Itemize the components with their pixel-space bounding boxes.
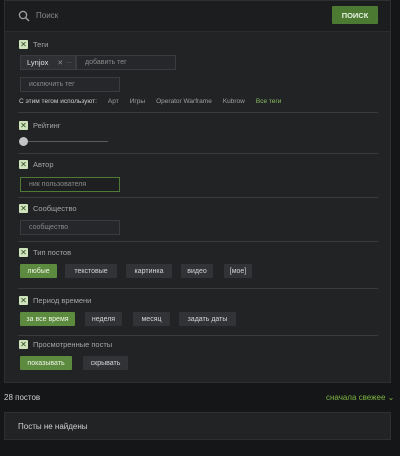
- period-checkbox[interactable]: ✕: [19, 296, 28, 305]
- tag-chip[interactable]: Lynjox ✕ ···: [20, 55, 76, 70]
- divider: [18, 288, 378, 289]
- all-tags-link[interactable]: Все теги: [256, 98, 282, 105]
- period-month-button[interactable]: месяц: [133, 312, 170, 326]
- tags-checkbox[interactable]: ✕: [19, 40, 28, 49]
- related-tags: С этим тегом используют: Арт Игры Operat…: [19, 98, 281, 105]
- related-tag[interactable]: Игры: [130, 98, 145, 105]
- divider: [18, 241, 378, 242]
- remove-tag-icon[interactable]: ✕: [57, 59, 63, 67]
- related-tag[interactable]: Kubrow: [223, 98, 245, 105]
- divider: [18, 153, 378, 154]
- related-tag[interactable]: Арт: [108, 98, 119, 105]
- search-input[interactable]: Поиск: [36, 11, 58, 20]
- search-icon: [18, 10, 30, 22]
- sort-dropdown[interactable]: сначала свежее ⌄: [326, 393, 394, 402]
- viewed-hide-button[interactable]: скрывать: [83, 356, 128, 370]
- rating-title: Рейтинг: [33, 121, 61, 130]
- period-custom-dates-button[interactable]: задать даты: [179, 312, 236, 326]
- empty-message: Посты не найдены: [18, 421, 88, 431]
- empty-results: Посты не найдены: [4, 412, 391, 440]
- more-icon[interactable]: ···: [66, 60, 72, 66]
- period-week-button[interactable]: неделя: [85, 312, 122, 326]
- post-type-video-button[interactable]: видео: [181, 264, 213, 278]
- search-button[interactable]: ПОИСК: [332, 6, 378, 24]
- rating-slider-track[interactable]: [26, 141, 108, 142]
- post-type-image-button[interactable]: картинка: [126, 264, 172, 278]
- related-tag[interactable]: Operator Warframe: [156, 98, 212, 105]
- related-label: С этим тегом используют:: [19, 98, 97, 105]
- filter-panel: Поиск ПОИСК ✕ Теги Lynjox ✕ ··· добавить…: [4, 0, 391, 383]
- tag-chip-label: Lynjox: [27, 58, 49, 67]
- divider: [18, 197, 378, 198]
- post-type-any-button[interactable]: любые: [20, 264, 57, 278]
- viewed-checkbox[interactable]: ✕: [19, 340, 28, 349]
- community-input[interactable]: сообщество: [20, 220, 120, 235]
- post-type-checkbox[interactable]: ✕: [19, 248, 28, 257]
- divider: [18, 112, 378, 113]
- divider: [18, 335, 378, 336]
- community-checkbox[interactable]: ✕: [19, 204, 28, 213]
- period-title: Период времени: [33, 296, 92, 305]
- viewed-title: Просмотренные посты: [33, 340, 113, 349]
- community-title: Сообщество: [33, 204, 77, 213]
- post-type-mine-button[interactable]: [мое]: [224, 264, 252, 278]
- period-all-time-button[interactable]: за все время: [20, 312, 75, 326]
- author-input[interactable]: ник пользователя: [20, 177, 120, 192]
- viewed-show-button[interactable]: показывать: [20, 356, 72, 370]
- tags-title: Теги: [33, 40, 49, 49]
- rating-checkbox[interactable]: ✕: [19, 121, 28, 130]
- search-bar: Поиск ПОИСК: [5, 1, 390, 32]
- add-tag-input[interactable]: добавить тег: [76, 55, 176, 70]
- exclude-tag-input[interactable]: исключить тег: [20, 77, 120, 92]
- post-count: 28 постов: [4, 393, 41, 402]
- post-type-title: Тип постов: [33, 248, 72, 257]
- post-type-text-button[interactable]: текстовые: [65, 264, 117, 278]
- author-checkbox[interactable]: ✕: [19, 160, 28, 169]
- author-title: Автор: [33, 160, 54, 169]
- rating-slider-thumb[interactable]: [19, 137, 28, 146]
